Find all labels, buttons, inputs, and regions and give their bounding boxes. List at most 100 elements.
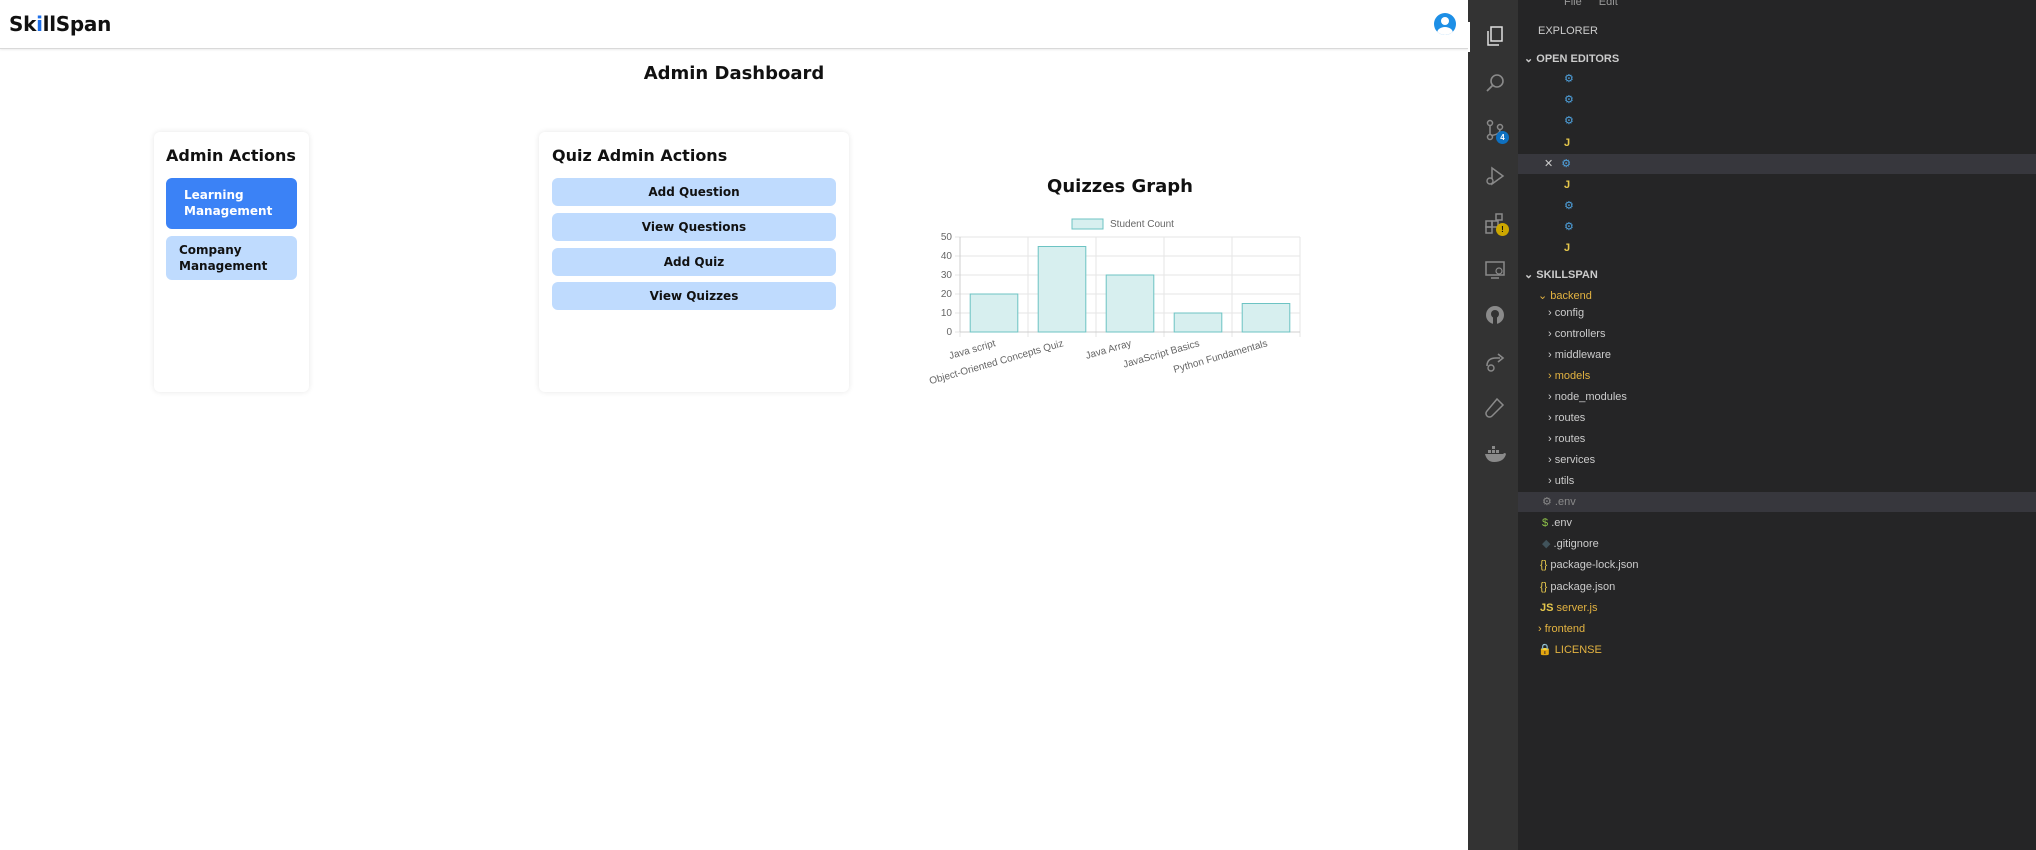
menu-file[interactable]: File xyxy=(1564,0,1582,8)
view-quizzes-button[interactable]: View Quizzes xyxy=(552,282,836,310)
github-icon[interactable] xyxy=(1482,303,1508,329)
folder-item[interactable]: › services xyxy=(1548,450,1595,470)
git-icon: ◆ xyxy=(1542,538,1554,550)
quiz-admin-actions-title: Quiz Admin Actions xyxy=(552,146,728,165)
y-tick-label: 20 xyxy=(941,289,953,300)
folder-item[interactable]: › controllers xyxy=(1548,324,1605,344)
open-editors-section[interactable]: ⌄ OPEN EDITORS xyxy=(1524,49,1619,69)
top-navbar: SkillSpan xyxy=(0,0,1468,49)
admin-actions-card: Admin Actions Learning Management Compan… xyxy=(154,132,309,392)
file-item[interactable]: JS server.js xyxy=(1540,598,1597,618)
folder-frontend[interactable]: › frontend xyxy=(1538,619,1585,639)
file-label: package-lock.json xyxy=(1550,559,1639,571)
folder-item[interactable]: › middleware xyxy=(1548,345,1611,365)
file-label: .env xyxy=(1551,517,1572,529)
open-editor-icon[interactable]: ⚙ xyxy=(1564,196,1574,216)
folder-label: config xyxy=(1554,307,1585,319)
chevron-right-icon: › xyxy=(1548,391,1555,403)
folder-item[interactable]: › node_modules xyxy=(1548,387,1627,407)
folder-item[interactable]: › models xyxy=(1548,366,1590,386)
menu-bar: File Edit xyxy=(1504,0,1618,12)
gear-icon: ⚙ xyxy=(1542,496,1555,508)
folder-label: routes xyxy=(1554,412,1586,424)
chevron-right-icon: › xyxy=(1548,349,1555,361)
js-icon: JS xyxy=(1540,602,1557,614)
file-item[interactable]: ⚙ .env xyxy=(1518,492,2036,512)
user-avatar-icon[interactable] xyxy=(1434,13,1456,35)
vscode-window: 4 ! File Edit EXPLORER ⌄ OPEN EDITORS ⚙ … xyxy=(1468,0,2036,850)
folder-item[interactable]: › routes xyxy=(1548,429,1585,449)
folder-label: frontend xyxy=(1544,623,1586,635)
add-quiz-button[interactable]: Add Quiz xyxy=(552,248,836,276)
file-item[interactable]: ◆ .gitignore xyxy=(1542,534,1599,554)
y-tick-label: 0 xyxy=(946,327,952,338)
chevron-right-icon: › xyxy=(1548,433,1555,445)
open-editor-icon[interactable]: ⚙ xyxy=(1564,111,1574,131)
docker-icon[interactable] xyxy=(1482,442,1508,468)
license-icon: 🔒 xyxy=(1538,644,1555,656)
run-debug-icon[interactable] xyxy=(1482,164,1508,190)
open-editor-icon[interactable]: ⚙ xyxy=(1564,90,1574,110)
file-label: .gitignore xyxy=(1553,538,1599,550)
warning-badge-icon: ! xyxy=(1496,223,1509,236)
folder-item[interactable]: › routes xyxy=(1548,408,1585,428)
add-question-button[interactable]: Add Question xyxy=(552,178,836,206)
testing-flask-icon[interactable] xyxy=(1482,396,1508,422)
folder-item[interactable]: › config xyxy=(1548,303,1584,323)
close-icon[interactable]: ✕ xyxy=(1544,158,1553,170)
explorer-title: EXPLORER xyxy=(1538,25,1598,37)
folder-label: middleware xyxy=(1554,349,1611,361)
file-item[interactable]: 🔒 LICENSE xyxy=(1538,640,1602,660)
y-tick-label: 10 xyxy=(941,308,953,319)
remote-explorer-icon[interactable] xyxy=(1482,258,1508,284)
y-tick-label: 50 xyxy=(941,232,953,243)
open-editor-icon[interactable]: ⚙ xyxy=(1564,69,1574,89)
open-editor-active[interactable]: ✕ ⚙ xyxy=(1518,154,2036,174)
folder-label: services xyxy=(1554,454,1596,466)
brand-text-end: llSpan xyxy=(42,12,112,36)
chevron-right-icon: › xyxy=(1538,623,1545,635)
file-item[interactable]: $ .env xyxy=(1542,513,1572,533)
folder-label: node_modules xyxy=(1554,391,1627,403)
view-questions-button[interactable]: View Questions xyxy=(552,213,836,241)
chevron-right-icon: › xyxy=(1548,454,1555,466)
quizzes-graph-title: Quizzes Graph xyxy=(1047,176,1193,197)
chevron-down-icon: ⌄ xyxy=(1538,290,1551,302)
bar xyxy=(1173,312,1223,333)
page-title: Admin Dashboard xyxy=(643,63,825,84)
quizzes-bar-chart: Student Count01020304050Java scriptObjec… xyxy=(928,218,1301,387)
open-editor-js-icon[interactable]: J xyxy=(1564,175,1570,195)
chevron-right-icon: › xyxy=(1548,328,1555,340)
json-icon: {} xyxy=(1540,559,1551,571)
chevron-down-icon: ⌄ xyxy=(1524,269,1537,281)
chevron-down-icon: ⌄ xyxy=(1524,53,1537,65)
open-editor-js-icon[interactable]: J xyxy=(1564,238,1570,258)
brand-logo[interactable]: SkillSpan xyxy=(9,12,111,36)
folder-label: controllers xyxy=(1554,328,1606,340)
folder-item[interactable]: › utils xyxy=(1548,471,1574,491)
learning-management-button[interactable]: Learning Management xyxy=(166,178,297,229)
quiz-admin-actions-card: Quiz Admin Actions Add Question View Que… xyxy=(539,132,849,392)
explorer-panel: File Edit EXPLORER ⌄ OPEN EDITORS ⚙ ⚙ ⚙ … xyxy=(1518,0,2036,850)
open-editor-icon[interactable]: ⚙ xyxy=(1564,217,1574,237)
company-management-button[interactable]: Company Management xyxy=(166,236,297,280)
bar xyxy=(1105,274,1155,333)
project-section[interactable]: ⌄ SKILLSPAN xyxy=(1524,265,1598,285)
live-share-icon[interactable] xyxy=(1482,350,1508,376)
chevron-right-icon: › xyxy=(1548,412,1555,424)
y-tick-label: 40 xyxy=(941,251,953,262)
explorer-icon[interactable] xyxy=(1482,24,1508,50)
file-label: LICENSE xyxy=(1554,644,1602,656)
file-label: server.js xyxy=(1556,602,1598,614)
open-editor-js-icon[interactable]: J xyxy=(1564,133,1570,153)
legend-swatch xyxy=(1071,218,1104,230)
bar xyxy=(969,293,1019,333)
activity-bar: 4 ! xyxy=(1468,0,1518,850)
menu-edit[interactable]: Edit xyxy=(1599,0,1618,8)
file-item[interactable]: {} package-lock.json xyxy=(1540,555,1638,575)
bar xyxy=(1241,303,1291,333)
file-item[interactable]: {} package.json xyxy=(1540,577,1615,597)
json-icon: {} xyxy=(1540,581,1551,593)
chevron-right-icon: › xyxy=(1548,370,1555,382)
search-icon[interactable] xyxy=(1482,71,1508,97)
